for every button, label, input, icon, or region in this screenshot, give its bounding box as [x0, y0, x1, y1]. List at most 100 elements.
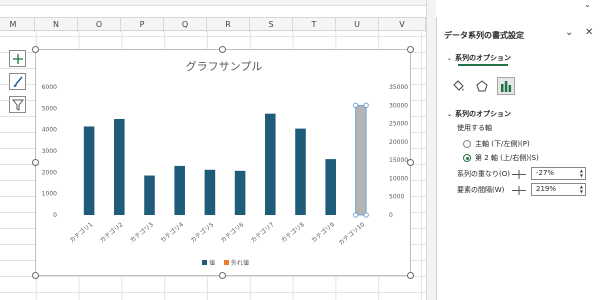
- slider-icon[interactable]: [511, 184, 527, 197]
- filter-icon: [11, 99, 24, 111]
- x-axis-category-label: カテゴリ4: [159, 220, 186, 244]
- bar-value: [295, 128, 306, 215]
- pane-title: データ系列の書式設定: [444, 31, 524, 40]
- axis-group-label: 使用する軸: [457, 124, 492, 132]
- bar-value: [204, 169, 216, 215]
- resize-handle-top-right[interactable]: [407, 46, 414, 53]
- legend-label: 外れ値: [231, 259, 249, 267]
- bar-value: [265, 113, 276, 215]
- column-header[interactable]: N: [35, 18, 78, 32]
- secondary-axis-radio[interactable]: [463, 154, 471, 162]
- resize-handle-top-left[interactable]: [32, 46, 39, 53]
- close-icon[interactable]: ✕: [585, 27, 593, 38]
- legend-swatch: [224, 260, 229, 265]
- column-header[interactable]: P: [121, 18, 164, 32]
- column-header[interactable]: M: [0, 18, 35, 32]
- resize-handle-bottom-left[interactable]: [32, 272, 39, 279]
- y-axis-primary-tick: 1000: [42, 191, 57, 198]
- legend-label: 値: [209, 259, 215, 267]
- resize-handle-right[interactable]: [407, 159, 414, 166]
- y-axis-primary-tick: 0: [53, 212, 57, 219]
- chart-elements-button[interactable]: [9, 50, 26, 67]
- secondary-axis-label[interactable]: 第 2 軸 (上/右側)(S): [475, 153, 539, 163]
- x-axis-category-label: カテゴリ9: [310, 220, 337, 244]
- x-axis-category-label: カテゴリ7: [249, 220, 276, 244]
- series-options-section-label: 系列のオプション: [455, 110, 512, 118]
- y-axis-primary-tick: 4000: [42, 127, 57, 134]
- resize-handle-left[interactable]: [32, 159, 39, 166]
- column-header[interactable]: U: [336, 18, 379, 32]
- effects-tab[interactable]: [473, 77, 491, 95]
- chevron-down-icon[interactable]: ⌄: [584, 0, 591, 9]
- y-axis-primary-tick: 2000: [42, 169, 57, 176]
- worksheet-area[interactable]: M N O P Q R S T U V グラフサンプル 0 1000 2000 3000…: [0, 0, 426, 300]
- x-axis-category-label: カテゴリ6: [219, 220, 246, 244]
- resize-handle-bottom-right[interactable]: [407, 272, 414, 279]
- overlap-value: -27%: [536, 169, 555, 177]
- y-axis-secondary-tick: 25000: [389, 121, 408, 128]
- gap-width-input[interactable]: 219% ▲ ▼: [531, 183, 586, 196]
- y-axis-secondary-tick: 30000: [389, 102, 408, 109]
- primary-axis-radio[interactable]: [463, 140, 471, 148]
- legend-swatch: [202, 260, 207, 265]
- selected-bar-handle: [353, 102, 359, 108]
- series-options-section[interactable]: ⌄ 系列のオプション: [447, 109, 511, 119]
- overlap-input[interactable]: -27% ▲ ▼: [531, 167, 586, 180]
- overlap-label: 系列の重なり(O): [457, 170, 510, 178]
- selected-bar-handle: [353, 212, 359, 218]
- pentagon-icon: [476, 80, 488, 92]
- format-data-series-pane: データ系列の書式設定 ⌄ ✕ ⌄ 系列のオプション ⌄ 系列のオプション 使用する軸…: [436, 17, 602, 300]
- x-axis-category-label: カテゴリ10: [337, 220, 367, 247]
- y-axis-secondary-tick: 0: [389, 212, 393, 219]
- fill-line-tab[interactable]: [449, 77, 467, 95]
- column-header[interactable]: T: [293, 18, 336, 32]
- x-axis-category-label: カテゴリ3: [128, 220, 155, 244]
- chevron-down-icon: ⌄: [447, 111, 453, 118]
- bar-value: [114, 119, 125, 215]
- series-options-menu-label: 系列のオプション: [455, 54, 512, 62]
- bar-value: [325, 159, 336, 215]
- y-axis-secondary-tick: 20000: [389, 139, 408, 146]
- chart-title: グラフサンプル: [186, 59, 263, 73]
- primary-axis-label[interactable]: 主軸 (下/左側)(P): [475, 139, 530, 149]
- resize-handle-bottom[interactable]: [219, 272, 226, 279]
- column-header[interactable]: Q: [164, 18, 207, 32]
- chart-styles-button[interactable]: [9, 73, 26, 90]
- chart-plot[interactable]: グラフサンプル 0 1000 2000 3000 4000 5000 6000 0 5000 100…: [36, 50, 412, 277]
- column-header[interactable]: O: [78, 18, 121, 32]
- paint-bucket-icon: [453, 80, 464, 91]
- y-axis-secondary-tick: 15000: [389, 157, 408, 164]
- plus-icon: [12, 53, 23, 64]
- slider-icon[interactable]: [511, 168, 527, 181]
- chart-filters-button[interactable]: [9, 96, 26, 113]
- spin-arrows-icon[interactable]: ▲ ▼: [580, 184, 583, 194]
- column-header[interactable]: V: [379, 18, 426, 32]
- resize-handle-top[interactable]: [219, 46, 226, 53]
- selected-bar-handle: [363, 212, 369, 218]
- column-header[interactable]: S: [250, 18, 293, 32]
- x-axis-category-label: カテゴリ8: [279, 220, 306, 244]
- bar-value: [144, 175, 155, 215]
- spin-arrows-icon[interactable]: ▲ ▼: [580, 168, 583, 178]
- series-options-tab[interactable]: [497, 77, 515, 95]
- series-options-menu[interactable]: ⌄ 系列のオプション: [447, 53, 511, 63]
- pane-splitter[interactable]: [426, 0, 436, 300]
- x-axis-category-label: カテゴリ1: [68, 220, 95, 244]
- active-menu-underline: [458, 64, 508, 66]
- column-header[interactable]: R: [207, 18, 250, 32]
- y-axis-primary-tick: 3000: [42, 148, 57, 155]
- brush-icon: [13, 76, 23, 87]
- column-header-row: M N O P Q R S T U V: [0, 17, 426, 32]
- bar-value: [234, 170, 246, 215]
- formula-bar-edge: [0, 0, 426, 6]
- gap-width-label: 要素の間隔(W): [457, 186, 505, 194]
- chart-object[interactable]: グラフサンプル 0 1000 2000 3000 4000 5000 6000 0 5000 100…: [35, 49, 411, 276]
- y-axis-primary-tick: 6000: [42, 84, 57, 91]
- bar-chart-icon: [501, 81, 512, 92]
- y-axis-secondary-tick: 35000: [389, 84, 408, 91]
- selected-bar-handle: [363, 102, 369, 108]
- x-axis-category-label: カテゴリ2: [98, 220, 125, 244]
- chevron-down-icon[interactable]: ⌄: [565, 27, 573, 38]
- x-axis-category-label: カテゴリ5: [189, 220, 216, 244]
- y-axis-secondary-tick: 5000: [389, 194, 404, 201]
